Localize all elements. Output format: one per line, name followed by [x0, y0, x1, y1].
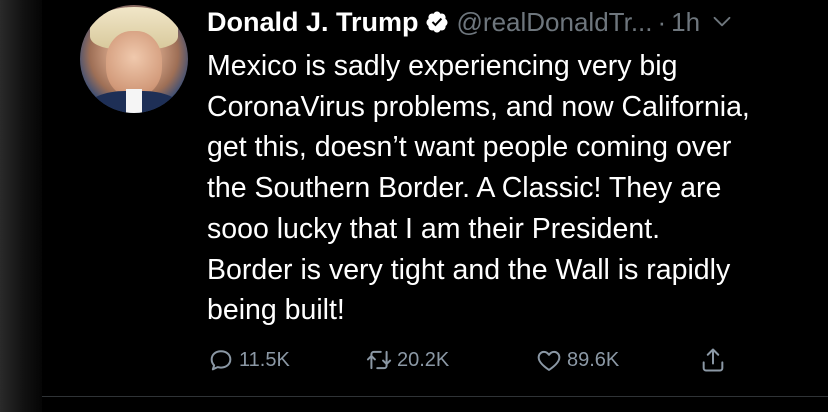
tweet-text-line: CoronaVirus problems, and now California… — [207, 90, 750, 123]
reply-count: 11.5K — [239, 348, 290, 371]
tweet-text-line: sooo lucky that I am their President. — [207, 212, 661, 245]
timestamp[interactable]: 1h — [671, 7, 700, 38]
retweet-count: 20.2K — [397, 348, 450, 371]
reply-button[interactable]: 11.5K — [207, 340, 290, 380]
tweet-text-line: the Southern Border. A Classic! They are — [207, 172, 722, 205]
separator-dot: · — [657, 6, 667, 37]
tweet-header: Donald J. Trump @realDonaldTr... · 1h — [207, 4, 732, 40]
author-name[interactable]: Donald J. Trump — [207, 7, 419, 38]
tweet[interactable]: Donald J. Trump @realDonaldTr... · 1h Me… — [42, 0, 828, 397]
reply-icon — [210, 350, 232, 371]
tweet-text-line: being built! — [207, 294, 345, 327]
left-gutter — [0, 0, 42, 412]
author-handle[interactable]: @realDonaldTr... — [457, 7, 653, 38]
chevron-down-icon[interactable] — [712, 12, 732, 32]
tweet-text-line: get this, doesn’t want people coming ove… — [207, 131, 732, 164]
like-button[interactable]: 89.6K — [535, 340, 619, 380]
avatar[interactable] — [80, 5, 188, 113]
action-bar: 11.5K 20.2K 89.6K — [207, 340, 767, 380]
verified-badge-icon — [426, 11, 448, 33]
share-button[interactable] — [699, 340, 727, 380]
tweet-text: Mexico is sadly experiencing very big Co… — [207, 46, 828, 331]
share-icon — [702, 348, 724, 372]
like-count: 89.6K — [567, 348, 620, 371]
tweet-text-line: Border is very tight and the Wall is rap… — [207, 253, 731, 286]
retweet-icon — [366, 350, 392, 370]
next-tweet-area — [42, 397, 828, 412]
retweet-button[interactable]: 20.2K — [365, 340, 449, 380]
tweet-text-line: Mexico is sadly experiencing very big — [207, 50, 678, 82]
like-icon — [537, 350, 561, 371]
